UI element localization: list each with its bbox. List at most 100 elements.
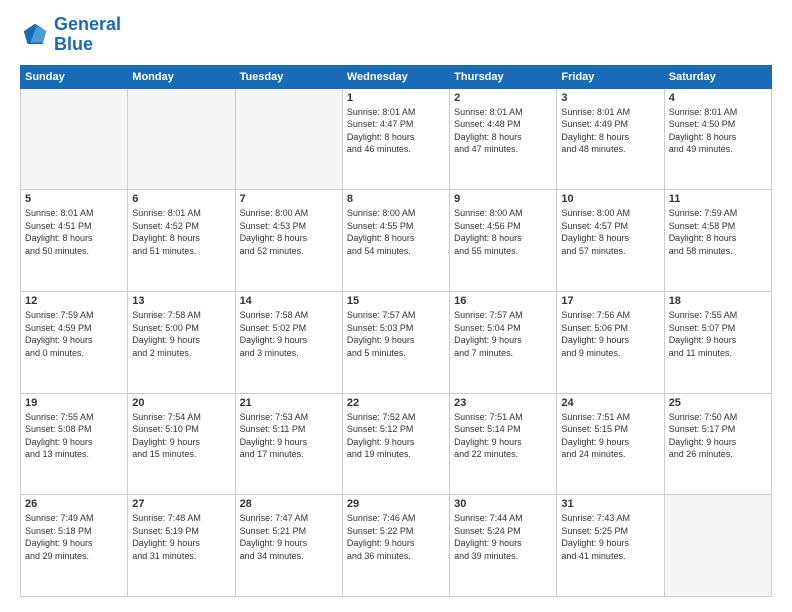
calendar-cell [21, 88, 128, 190]
calendar-cell: 31 Sunrise: 7:43 AM Sunset: 5:25 PM Dayli… [557, 495, 664, 597]
day-info: Sunrise: 8:01 AM Sunset: 4:49 PM Dayligh… [561, 106, 659, 156]
day-info: Sunrise: 8:00 AM Sunset: 4:56 PM Dayligh… [454, 207, 552, 257]
day-info: Sunrise: 8:01 AM Sunset: 4:48 PM Dayligh… [454, 106, 552, 156]
day-number: 27 [132, 498, 230, 510]
calendar-cell: 14 Sunrise: 7:58 AM Sunset: 5:02 PM Dayli… [235, 291, 342, 393]
calendar-cell: 16 Sunrise: 7:57 AM Sunset: 5:04 PM Dayli… [450, 291, 557, 393]
calendar-cell: 5 Sunrise: 8:01 AM Sunset: 4:51 PM Daylig… [21, 190, 128, 292]
calendar-cell: 10 Sunrise: 8:00 AM Sunset: 4:57 PM Dayli… [557, 190, 664, 292]
day-number: 11 [669, 193, 767, 205]
day-number: 17 [561, 295, 659, 307]
calendar-cell: 21 Sunrise: 7:53 AM Sunset: 5:11 PM Dayli… [235, 393, 342, 495]
calendar-cell [128, 88, 235, 190]
weekday-header-sunday: Sunday [21, 65, 128, 88]
day-number: 28 [240, 498, 338, 510]
day-number: 31 [561, 498, 659, 510]
logo: General Blue [20, 15, 121, 55]
calendar-cell: 12 Sunrise: 7:59 AM Sunset: 4:59 PM Dayli… [21, 291, 128, 393]
calendar-cell [235, 88, 342, 190]
day-number: 29 [347, 498, 445, 510]
day-info: Sunrise: 7:58 AM Sunset: 5:00 PM Dayligh… [132, 309, 230, 359]
day-number: 25 [669, 397, 767, 409]
weekday-header-thursday: Thursday [450, 65, 557, 88]
day-info: Sunrise: 7:51 AM Sunset: 5:15 PM Dayligh… [561, 411, 659, 461]
day-info: Sunrise: 8:00 AM Sunset: 4:57 PM Dayligh… [561, 207, 659, 257]
calendar-cell: 13 Sunrise: 7:58 AM Sunset: 5:00 PM Dayli… [128, 291, 235, 393]
day-number: 15 [347, 295, 445, 307]
day-info: Sunrise: 7:43 AM Sunset: 5:25 PM Dayligh… [561, 512, 659, 562]
day-info: Sunrise: 8:00 AM Sunset: 4:53 PM Dayligh… [240, 207, 338, 257]
day-number: 30 [454, 498, 552, 510]
day-number: 18 [669, 295, 767, 307]
calendar-cell [664, 495, 771, 597]
day-info: Sunrise: 7:54 AM Sunset: 5:10 PM Dayligh… [132, 411, 230, 461]
weekday-header-wednesday: Wednesday [342, 65, 449, 88]
weekday-header-monday: Monday [128, 65, 235, 88]
day-info: Sunrise: 8:01 AM Sunset: 4:47 PM Dayligh… [347, 106, 445, 156]
logo-icon [20, 20, 50, 50]
calendar-cell: 24 Sunrise: 7:51 AM Sunset: 5:15 PM Dayli… [557, 393, 664, 495]
calendar-cell: 15 Sunrise: 7:57 AM Sunset: 5:03 PM Dayli… [342, 291, 449, 393]
day-number: 9 [454, 193, 552, 205]
day-number: 21 [240, 397, 338, 409]
header: General Blue [20, 15, 772, 55]
day-number: 26 [25, 498, 123, 510]
calendar-cell: 6 Sunrise: 8:01 AM Sunset: 4:52 PM Daylig… [128, 190, 235, 292]
day-number: 20 [132, 397, 230, 409]
day-number: 6 [132, 193, 230, 205]
calendar-cell: 28 Sunrise: 7:47 AM Sunset: 5:21 PM Dayli… [235, 495, 342, 597]
day-number: 4 [669, 92, 767, 104]
day-number: 14 [240, 295, 338, 307]
day-info: Sunrise: 7:49 AM Sunset: 5:18 PM Dayligh… [25, 512, 123, 562]
calendar-cell: 29 Sunrise: 7:46 AM Sunset: 5:22 PM Dayli… [342, 495, 449, 597]
day-info: Sunrise: 7:53 AM Sunset: 5:11 PM Dayligh… [240, 411, 338, 461]
day-info: Sunrise: 8:00 AM Sunset: 4:55 PM Dayligh… [347, 207, 445, 257]
day-number: 2 [454, 92, 552, 104]
calendar-cell: 23Sunrise: 7:51 AM Sunset: 5:14 PM Dayli… [450, 393, 557, 495]
day-info: Sunrise: 7:57 AM Sunset: 5:04 PM Dayligh… [454, 309, 552, 359]
day-number: 16 [454, 295, 552, 307]
day-info: Sunrise: 7:48 AM Sunset: 5:19 PM Dayligh… [132, 512, 230, 562]
calendar-cell: 1Sunrise: 8:01 AM Sunset: 4:47 PM Daylig… [342, 88, 449, 190]
day-info: Sunrise: 7:57 AM Sunset: 5:03 PM Dayligh… [347, 309, 445, 359]
logo-text: General Blue [54, 15, 121, 55]
day-info: Sunrise: 8:01 AM Sunset: 4:50 PM Dayligh… [669, 106, 767, 156]
calendar-cell: 20 Sunrise: 7:54 AM Sunset: 5:10 PM Dayli… [128, 393, 235, 495]
calendar-cell: 7Sunrise: 8:00 AM Sunset: 4:53 PM Daylig… [235, 190, 342, 292]
day-info: Sunrise: 7:51 AM Sunset: 5:14 PM Dayligh… [454, 411, 552, 461]
day-info: Sunrise: 7:59 AM Sunset: 4:59 PM Dayligh… [25, 309, 123, 359]
day-number: 19 [25, 397, 123, 409]
day-info: Sunrise: 7:47 AM Sunset: 5:21 PM Dayligh… [240, 512, 338, 562]
day-info: Sunrise: 7:59 AM Sunset: 4:58 PM Dayligh… [669, 207, 767, 257]
day-info: Sunrise: 7:46 AM Sunset: 5:22 PM Dayligh… [347, 512, 445, 562]
day-number: 5 [25, 193, 123, 205]
calendar-cell: 18 Sunrise: 7:55 AM Sunset: 5:07 PM Dayli… [664, 291, 771, 393]
day-number: 12 [25, 295, 123, 307]
day-number: 8 [347, 193, 445, 205]
weekday-header-saturday: Saturday [664, 65, 771, 88]
day-info: Sunrise: 7:55 AM Sunset: 5:08 PM Dayligh… [25, 411, 123, 461]
calendar-cell: 3Sunrise: 8:01 AM Sunset: 4:49 PM Daylig… [557, 88, 664, 190]
day-number: 24 [561, 397, 659, 409]
day-number: 10 [561, 193, 659, 205]
day-info: Sunrise: 7:50 AM Sunset: 5:17 PM Dayligh… [669, 411, 767, 461]
calendar-cell: 17 Sunrise: 7:56 AM Sunset: 5:06 PM Dayli… [557, 291, 664, 393]
weekday-header-friday: Friday [557, 65, 664, 88]
calendar-cell: 30 Sunrise: 7:44 AM Sunset: 5:24 PM Dayli… [450, 495, 557, 597]
calendar-cell: 8 Sunrise: 8:00 AM Sunset: 4:55 PM Daylig… [342, 190, 449, 292]
day-number: 13 [132, 295, 230, 307]
day-info: Sunrise: 7:56 AM Sunset: 5:06 PM Dayligh… [561, 309, 659, 359]
calendar-table: SundayMondayTuesdayWednesdayThursdayFrid… [20, 65, 772, 597]
calendar-cell: 9 Sunrise: 8:00 AM Sunset: 4:56 PM Daylig… [450, 190, 557, 292]
day-number: 22 [347, 397, 445, 409]
day-info: Sunrise: 7:58 AM Sunset: 5:02 PM Dayligh… [240, 309, 338, 359]
day-info: Sunrise: 7:44 AM Sunset: 5:24 PM Dayligh… [454, 512, 552, 562]
day-info: Sunrise: 7:55 AM Sunset: 5:07 PM Dayligh… [669, 309, 767, 359]
calendar-cell: 2 Sunrise: 8:01 AM Sunset: 4:48 PM Daylig… [450, 88, 557, 190]
calendar-cell: 11 Sunrise: 7:59 AM Sunset: 4:58 PM Dayli… [664, 190, 771, 292]
day-info: Sunrise: 8:01 AM Sunset: 4:51 PM Dayligh… [25, 207, 123, 257]
day-info: Sunrise: 8:01 AM Sunset: 4:52 PM Dayligh… [132, 207, 230, 257]
day-info: Sunrise: 7:52 AM Sunset: 5:12 PM Dayligh… [347, 411, 445, 461]
calendar-cell: 26 Sunrise: 7:49 AM Sunset: 5:18 PM Dayli… [21, 495, 128, 597]
calendar-cell: 22 Sunrise: 7:52 AM Sunset: 5:12 PM Dayli… [342, 393, 449, 495]
